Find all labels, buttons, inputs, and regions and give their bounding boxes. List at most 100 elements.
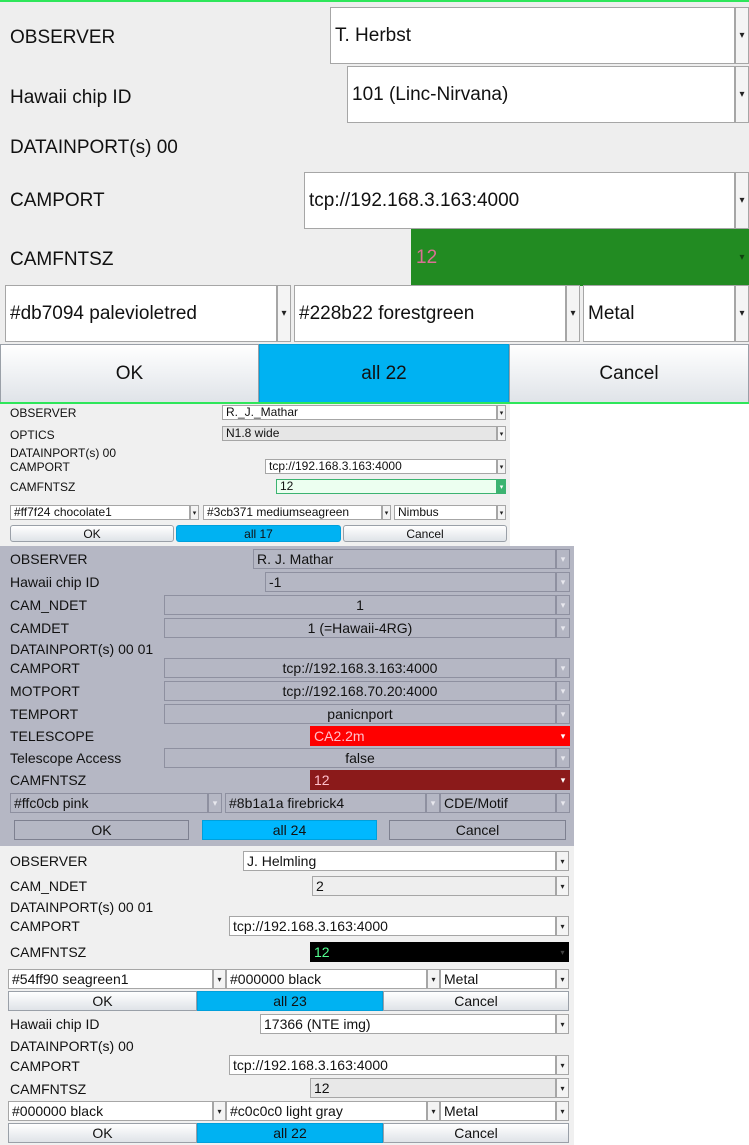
observer-combo[interactable]: R. J. Mathar [253, 549, 556, 569]
look-and-feel-dropdown-icon[interactable]: ▾ [556, 1101, 569, 1121]
cam-ndet-dropdown-icon[interactable]: ▾ [556, 595, 570, 615]
ok-button[interactable]: OK [8, 991, 197, 1011]
all-button[interactable]: all 22 [259, 344, 509, 402]
all-button[interactable]: all 17 [176, 525, 341, 542]
telescope-dropdown-icon[interactable]: ▾ [556, 726, 570, 746]
observer-dropdown-icon[interactable]: ▾ [556, 851, 569, 871]
look-and-feel-dropdown-icon[interactable]: ▾ [556, 969, 569, 989]
motport-dropdown-icon[interactable]: ▾ [556, 681, 570, 701]
look-and-feel-combo[interactable]: Metal [440, 969, 556, 989]
foreground-color-combo[interactable]: #000000 black [8, 1101, 213, 1121]
camfntsz-combo[interactable]: 12 [310, 942, 556, 962]
background-color-combo[interactable]: #c0c0c0 light gray [226, 1101, 427, 1121]
look-and-feel-combo[interactable]: Metal [440, 1101, 556, 1121]
camfntsz-combo[interactable]: 12 [411, 229, 735, 286]
camfntsz-dropdown-icon[interactable]: ▾ [735, 229, 749, 286]
background-color-combo[interactable]: #000000 black [226, 969, 427, 989]
look-and-feel-dropdown-icon[interactable]: ▾ [735, 285, 749, 342]
config-panel-1: OBSERVER T. Herbst ▾ Hawaii chip ID 101 … [0, 0, 749, 404]
camdet-combo[interactable]: 1 (=Hawaii-4RG) [164, 618, 556, 638]
foreground-color-combo[interactable]: #ff7f24 chocolate1 [10, 505, 190, 520]
camport-dropdown-icon[interactable]: ▾ [556, 916, 569, 936]
observer-dropdown-icon[interactable]: ▾ [735, 7, 749, 64]
optics-dropdown-icon[interactable]: ▾ [497, 426, 506, 441]
foreground-color-combo[interactable]: #db7094 palevioletred [5, 285, 277, 342]
look-and-feel-dropdown-icon[interactable]: ▾ [556, 793, 570, 813]
cancel-button[interactable]: Cancel [343, 525, 507, 542]
background-color-combo[interactable]: #8b1a1a firebrick4 [225, 793, 426, 813]
camfntsz-dropdown-icon[interactable]: ▾ [497, 479, 506, 494]
camport-combo[interactable]: tcp://192.168.3.163:4000 [164, 658, 556, 678]
cam-ndet-combo[interactable]: 1 [164, 595, 556, 615]
observer-combo[interactable]: R._J._Mathar [222, 405, 497, 420]
camfntsz-dropdown-icon[interactable]: ▾ [556, 770, 570, 790]
background-color-combo[interactable]: #228b22 forestgreen [294, 285, 566, 342]
temport-dropdown-icon[interactable]: ▾ [556, 704, 570, 724]
observer-dropdown-icon[interactable]: ▾ [497, 405, 506, 420]
look-and-feel-dropdown-icon[interactable]: ▾ [497, 505, 506, 520]
camdet-dropdown-icon[interactable]: ▾ [556, 618, 570, 638]
temport-combo[interactable]: panicnport [164, 704, 556, 724]
camport-combo[interactable]: tcp://192.168.3.163:4000 [229, 1055, 556, 1075]
chip-id-combo[interactable]: 17366 (NTE img) [260, 1014, 556, 1034]
background-color-dropdown-icon[interactable]: ▾ [427, 1101, 440, 1121]
motport-combo[interactable]: tcp://192.168.70.20:4000 [164, 681, 556, 701]
telescope-access-dropdown-icon[interactable]: ▾ [556, 748, 570, 768]
background-color-dropdown-icon[interactable]: ▾ [426, 793, 440, 813]
camport-combo[interactable]: tcp://192.168.3.163:4000 [265, 459, 497, 474]
camport-dropdown-icon[interactable]: ▾ [556, 658, 570, 678]
ok-button[interactable]: OK [0, 344, 259, 402]
foreground-color-combo[interactable]: #54ff90 seagreen1 [8, 969, 213, 989]
background-color-dropdown-icon[interactable]: ▾ [566, 285, 580, 342]
foreground-color-combo[interactable]: #ffc0cb pink [10, 793, 208, 813]
observer-combo[interactable]: T. Herbst [330, 7, 735, 64]
background-color-combo[interactable]: #3cb371 mediumseagreen [203, 505, 382, 520]
optics-combo[interactable]: N1.8 wide [222, 426, 497, 441]
camfntsz-label: CAMFNTSZ [10, 1081, 87, 1097]
ok-button[interactable]: OK [10, 525, 174, 542]
foreground-color-dropdown-icon[interactable]: ▾ [213, 969, 226, 989]
observer-dropdown-icon[interactable]: ▾ [556, 549, 570, 569]
cam-ndet-combo[interactable]: 2 [312, 876, 556, 896]
cam-ndet-dropdown-icon[interactable]: ▾ [556, 876, 569, 896]
observer-label: OBSERVER [10, 27, 116, 48]
cancel-button[interactable]: Cancel [383, 991, 569, 1011]
look-and-feel-combo[interactable]: CDE/Motif [440, 793, 556, 813]
chip-id-combo[interactable]: -1 [265, 572, 556, 592]
observer-combo[interactable]: J. Helmling [243, 851, 556, 871]
all-button[interactable]: all 24 [202, 820, 377, 840]
background-color-dropdown-icon[interactable]: ▾ [382, 505, 391, 520]
look-and-feel-combo[interactable]: Metal [583, 285, 735, 342]
foreground-color-dropdown-icon[interactable]: ▾ [277, 285, 291, 342]
all-button[interactable]: all 23 [197, 991, 383, 1011]
chip-id-dropdown-icon[interactable]: ▾ [735, 66, 749, 123]
ok-button[interactable]: OK [14, 820, 189, 840]
camfntsz-dropdown-icon[interactable]: ▾ [556, 1078, 569, 1098]
all-button[interactable]: all 22 [197, 1123, 383, 1143]
camfntsz-combo[interactable]: 12 [310, 770, 556, 790]
cancel-button[interactable]: Cancel [389, 820, 566, 840]
foreground-color-dropdown-icon[interactable]: ▾ [190, 505, 199, 520]
background-color-dropdown-icon[interactable]: ▾ [427, 969, 440, 989]
chip-id-dropdown-icon[interactable]: ▾ [556, 572, 570, 592]
camport-combo[interactable]: tcp://192.168.3.163:4000 [229, 916, 556, 936]
camfntsz-combo[interactable]: 12 [276, 479, 497, 494]
chip-id-label: Hawaii chip ID [10, 87, 132, 108]
foreground-color-dropdown-icon[interactable]: ▾ [208, 793, 222, 813]
observer-label: OBSERVER [10, 406, 77, 420]
telescope-access-combo[interactable]: false [164, 748, 556, 768]
camport-dropdown-icon[interactable]: ▾ [497, 459, 506, 474]
chip-id-dropdown-icon[interactable]: ▾ [556, 1014, 569, 1034]
camport-dropdown-icon[interactable]: ▾ [556, 1055, 569, 1075]
camport-dropdown-icon[interactable]: ▾ [735, 172, 749, 229]
cancel-button[interactable]: Cancel [383, 1123, 569, 1143]
chip-id-combo[interactable]: 101 (Linc-Nirvana) [347, 66, 735, 123]
look-and-feel-combo[interactable]: Nimbus [394, 505, 497, 520]
camfntsz-combo[interactable]: 12 [310, 1078, 556, 1098]
telescope-combo[interactable]: CA2.2m [310, 726, 556, 746]
ok-button[interactable]: OK [8, 1123, 197, 1143]
camfntsz-dropdown-icon[interactable]: ▾ [556, 942, 569, 962]
camport-combo[interactable]: tcp://192.168.3.163:4000 [304, 172, 735, 229]
cancel-button[interactable]: Cancel [509, 344, 749, 402]
foreground-color-dropdown-icon[interactable]: ▾ [213, 1101, 226, 1121]
